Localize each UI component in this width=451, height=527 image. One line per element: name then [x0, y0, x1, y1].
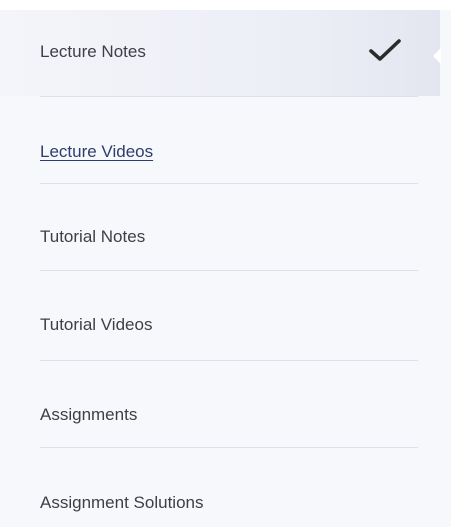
menu-item-tutorial-notes[interactable]: Tutorial Notes	[0, 184, 440, 270]
menu-item-assignments[interactable]: Assignments	[0, 361, 440, 447]
menu-item-label: Lecture Notes	[40, 42, 146, 61]
menu-item-tutorial-videos[interactable]: Tutorial Videos	[0, 271, 440, 360]
active-pointer-icon	[433, 48, 441, 64]
checkmark-icon	[369, 39, 401, 61]
course-section-menu: Lecture Notes Lecture Videos Tutorial No…	[0, 10, 451, 527]
menu-item-label: Tutorial Videos	[40, 315, 153, 334]
menu-item-label[interactable]: Lecture Videos	[40, 142, 153, 162]
menu-item-label: Assignment Solutions	[40, 493, 204, 512]
menu-item-lecture-notes[interactable]: Lecture Notes	[0, 10, 441, 96]
menu-item-label: Tutorial Notes	[40, 227, 146, 246]
menu-item-assignment-solutions[interactable]: Assignment Solutions	[0, 448, 440, 527]
menu-item-lecture-videos[interactable]: Lecture Videos	[0, 97, 440, 183]
menu-item-label: Assignments	[40, 405, 138, 424]
